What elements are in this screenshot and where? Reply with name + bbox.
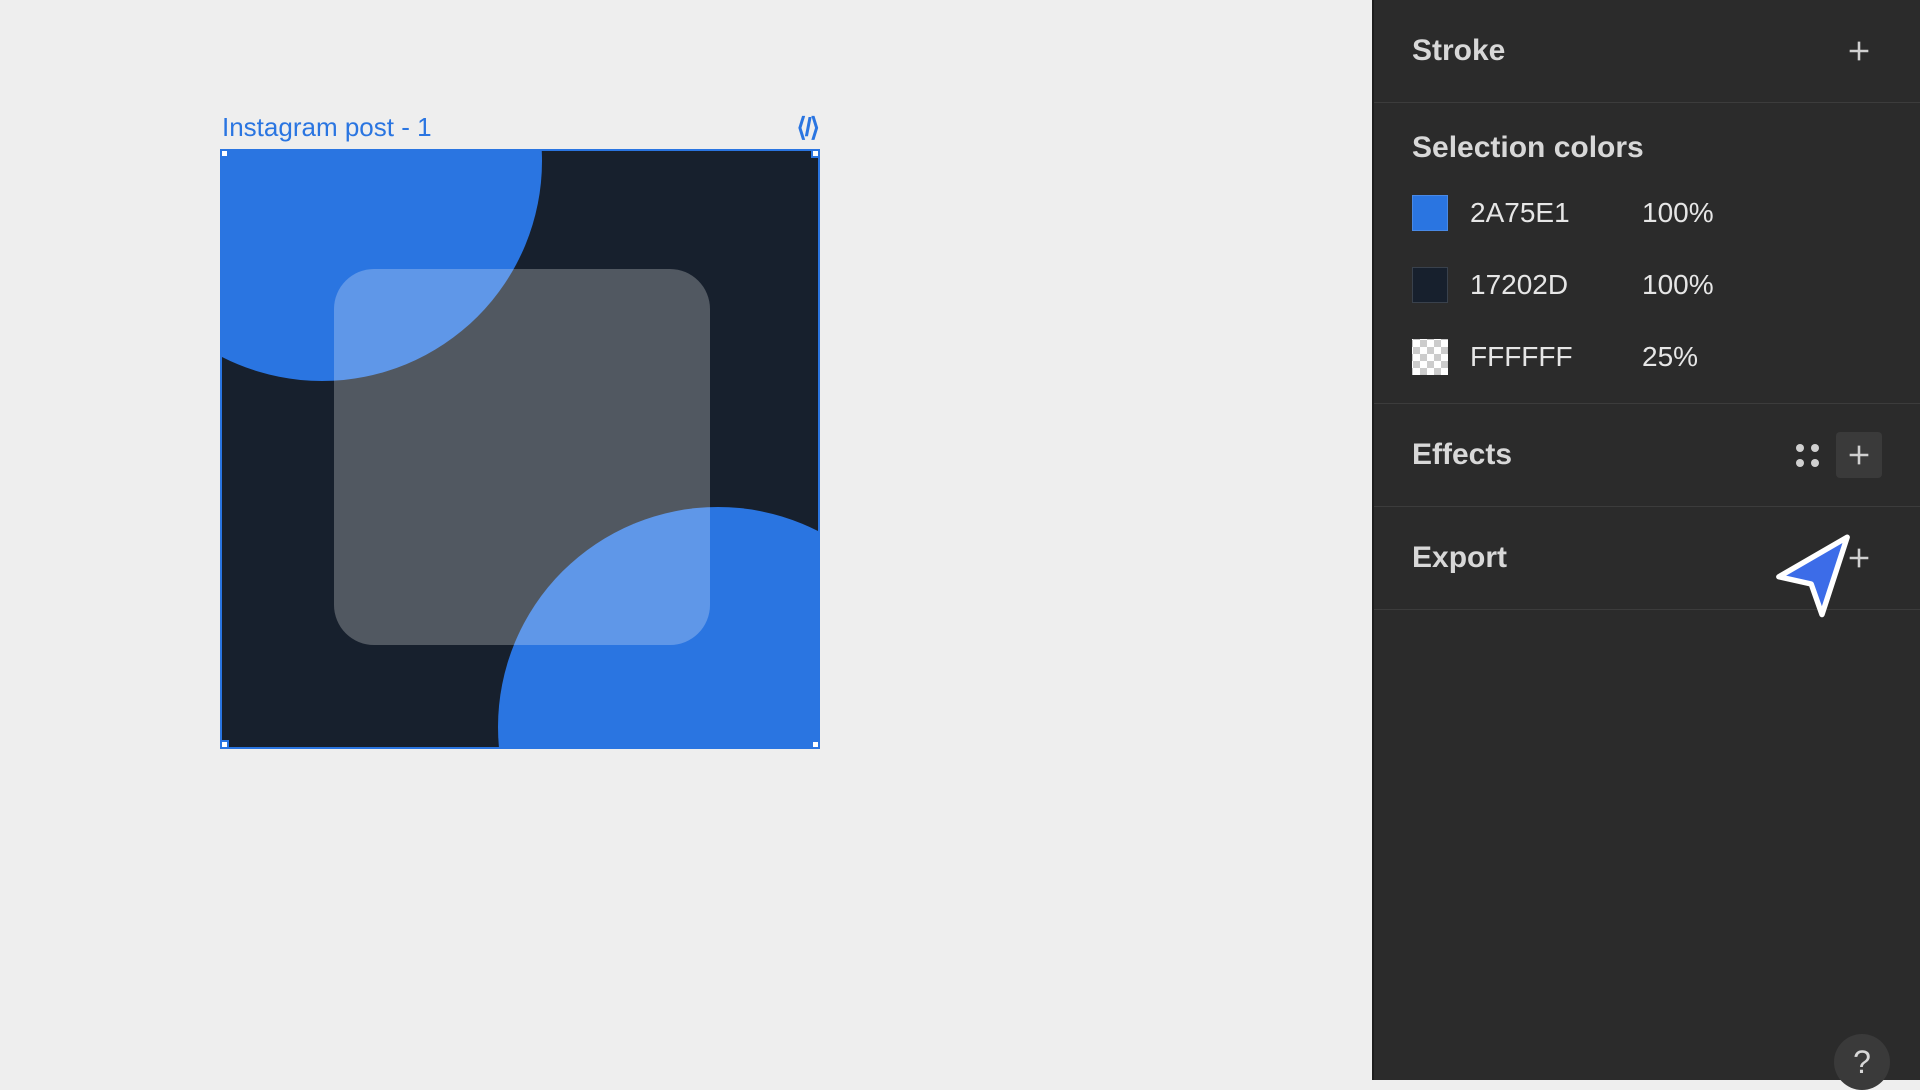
- color-row[interactable]: 17202D 100%: [1412, 267, 1882, 303]
- selected-frame[interactable]: Instagram post - 1 ⟨/⟩ 1080 × 1080: [220, 112, 820, 749]
- frame-title[interactable]: Instagram post - 1: [222, 112, 432, 143]
- color-swatch[interactable]: [1412, 339, 1448, 375]
- export-label: Export: [1412, 541, 1507, 575]
- resize-handle-br[interactable]: [811, 740, 820, 749]
- help-label: ?: [1853, 1044, 1871, 1081]
- color-row[interactable]: FFFFFF 25%: [1412, 339, 1882, 375]
- stroke-label: Stroke: [1412, 34, 1505, 68]
- color-row[interactable]: 2A75E1 100%: [1412, 195, 1882, 231]
- color-swatch[interactable]: [1412, 195, 1448, 231]
- effects-label: Effects: [1412, 438, 1512, 472]
- color-opacity[interactable]: 100%: [1642, 269, 1714, 301]
- resize-handle-bl[interactable]: [220, 740, 229, 749]
- stroke-section: Stroke: [1374, 0, 1920, 103]
- resize-handle-tl[interactable]: [220, 149, 229, 158]
- selection-colors-list: 2A75E1 100% 17202D 100% FFFFFF 25%: [1412, 195, 1882, 375]
- frame-header: Instagram post - 1 ⟨/⟩: [220, 112, 820, 143]
- dev-mode-icon[interactable]: ⟨/⟩: [796, 112, 818, 143]
- selection-colors-section: Selection colors 2A75E1 100% 17202D 100%…: [1374, 103, 1920, 404]
- effects-styles-button[interactable]: [1784, 432, 1830, 478]
- color-opacity[interactable]: 100%: [1642, 197, 1714, 229]
- color-opacity[interactable]: 25%: [1642, 341, 1698, 373]
- shape-glass-square[interactable]: [334, 269, 710, 645]
- add-stroke-button[interactable]: [1836, 28, 1882, 74]
- selection-colors-label: Selection colors: [1412, 131, 1644, 165]
- color-hex[interactable]: 17202D: [1470, 269, 1620, 301]
- inspector-panel: Stroke Selection colors 2A75E1 100% 1720…: [1372, 0, 1920, 1080]
- effects-section: Effects: [1374, 404, 1920, 507]
- color-swatch[interactable]: [1412, 267, 1448, 303]
- color-hex[interactable]: FFFFFF: [1470, 341, 1620, 373]
- add-export-button[interactable]: [1836, 535, 1882, 581]
- resize-handle-tr[interactable]: [811, 149, 820, 158]
- canvas-area[interactable]: Instagram post - 1 ⟨/⟩ 1080 × 1080: [0, 0, 1372, 1080]
- add-effect-button[interactable]: [1836, 432, 1882, 478]
- help-button[interactable]: ?: [1834, 1034, 1890, 1090]
- color-hex[interactable]: 2A75E1: [1470, 197, 1620, 229]
- artboard[interactable]: 1080 × 1080: [220, 149, 820, 749]
- export-section: Export: [1374, 507, 1920, 610]
